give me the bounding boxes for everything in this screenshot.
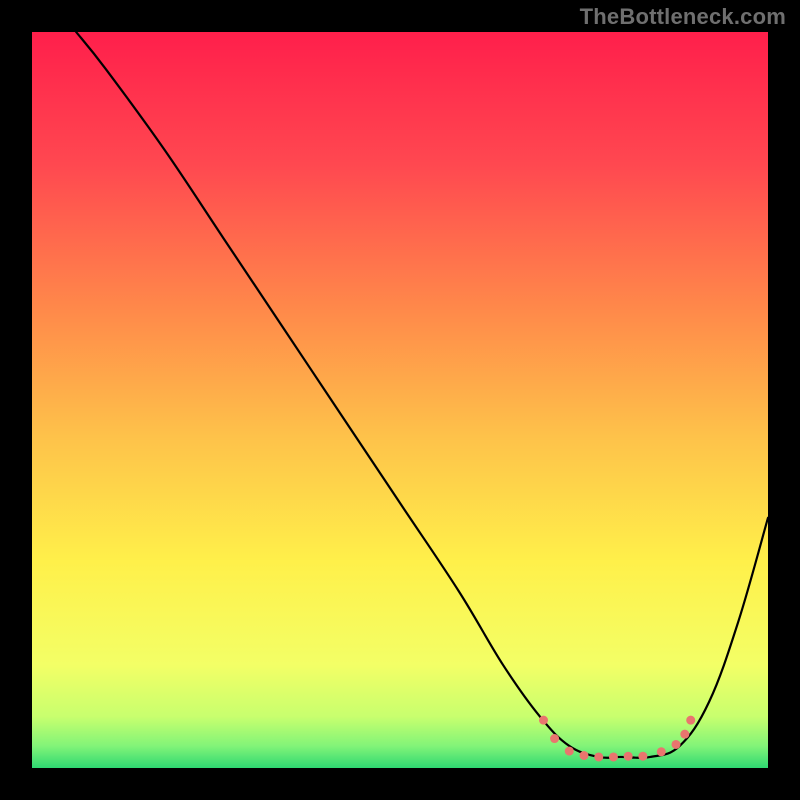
plot-background — [32, 32, 768, 768]
marker-dot — [594, 752, 603, 761]
marker-dot — [672, 740, 681, 749]
marker-dot — [657, 747, 666, 756]
marker-dot — [638, 752, 647, 761]
marker-dot — [565, 747, 574, 756]
chart-frame: TheBottleneck.com — [0, 0, 800, 800]
marker-dot — [539, 716, 548, 725]
marker-dot — [624, 752, 633, 761]
marker-dot — [580, 751, 589, 760]
marker-dot — [609, 752, 618, 761]
watermark-text: TheBottleneck.com — [580, 4, 786, 30]
marker-dot — [686, 716, 695, 725]
marker-dot — [680, 730, 689, 739]
marker-dot — [550, 734, 559, 743]
bottleneck-curve-chart — [0, 0, 800, 800]
